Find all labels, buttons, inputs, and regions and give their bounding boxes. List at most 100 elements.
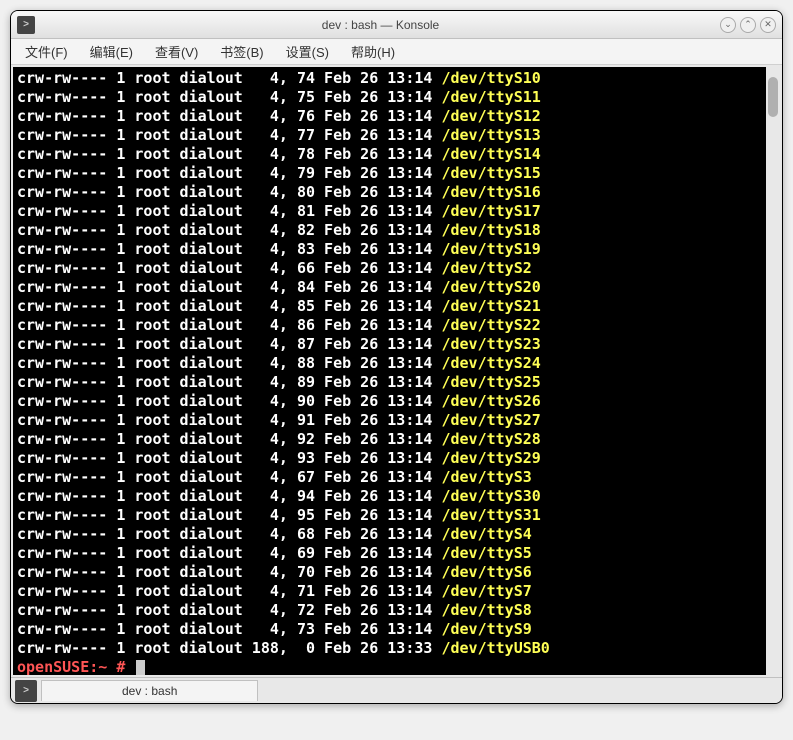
prompt-input[interactable] [125, 658, 134, 675]
terminal-line: crw-rw---- 1 root dialout 4, 81 Feb 26 1… [17, 202, 776, 221]
window-title: dev : bash — Konsole [41, 18, 720, 32]
menu-file[interactable]: 文件(F) [15, 39, 78, 64]
device-path: /dev/ttyS3 [441, 468, 531, 486]
terminal-line: crw-rw---- 1 root dialout 4, 71 Feb 26 1… [17, 582, 776, 601]
file-info: crw-rw---- 1 root dialout 4, 89 Feb 26 1… [17, 373, 441, 391]
titlebar[interactable]: dev : bash — Konsole ⌄ ⌃ ✕ [11, 11, 782, 39]
terminal-container: crw-rw---- 1 root dialout 4, 74 Feb 26 1… [13, 67, 780, 675]
tab-1[interactable]: dev : bash [41, 680, 258, 701]
terminal-line: crw-rw---- 1 root dialout 4, 76 Feb 26 1… [17, 107, 776, 126]
menubar: 文件(F) 编辑(E) 查看(V) 书签(B) 设置(S) 帮助(H) [11, 39, 782, 65]
device-path: /dev/ttyS18 [441, 221, 540, 239]
device-path: /dev/ttyS25 [441, 373, 540, 391]
tabbar: dev : bash [11, 677, 782, 703]
device-path: /dev/ttyS16 [441, 183, 540, 201]
file-info: crw-rw---- 1 root dialout 4, 68 Feb 26 1… [17, 525, 441, 543]
file-info: crw-rw---- 1 root dialout 4, 70 Feb 26 1… [17, 563, 441, 581]
terminal-line: crw-rw---- 1 root dialout 4, 95 Feb 26 1… [17, 506, 776, 525]
maximize-button[interactable]: ⌃ [740, 17, 756, 33]
terminal-line: crw-rw---- 1 root dialout 4, 73 Feb 26 1… [17, 620, 776, 639]
terminal-line: crw-rw---- 1 root dialout 4, 94 Feb 26 1… [17, 487, 776, 506]
file-info: crw-rw---- 1 root dialout 4, 85 Feb 26 1… [17, 297, 441, 315]
terminal-line: crw-rw---- 1 root dialout 4, 79 Feb 26 1… [17, 164, 776, 183]
file-info: crw-rw---- 1 root dialout 4, 72 Feb 26 1… [17, 601, 441, 619]
device-path: /dev/ttyS7 [441, 582, 531, 600]
konsole-window: dev : bash — Konsole ⌄ ⌃ ✕ 文件(F) 编辑(E) 查… [10, 10, 783, 704]
device-path: /dev/ttyS14 [441, 145, 540, 163]
prompt-host: openSUSE:~ # [17, 658, 125, 675]
new-tab-button[interactable] [15, 680, 37, 702]
file-info: crw-rw---- 1 root dialout 4, 67 Feb 26 1… [17, 468, 441, 486]
menu-settings[interactable]: 设置(S) [276, 39, 339, 64]
terminal-line: crw-rw---- 1 root dialout 4, 92 Feb 26 1… [17, 430, 776, 449]
device-path: /dev/ttyS15 [441, 164, 540, 182]
file-info: crw-rw---- 1 root dialout 4, 92 Feb 26 1… [17, 430, 441, 448]
device-path: /dev/ttyUSB0 [441, 639, 549, 657]
terminal-line: crw-rw---- 1 root dialout 4, 88 Feb 26 1… [17, 354, 776, 373]
file-info: crw-rw---- 1 root dialout 4, 77 Feb 26 1… [17, 126, 441, 144]
device-path: /dev/ttyS13 [441, 126, 540, 144]
device-path: /dev/ttyS6 [441, 563, 531, 581]
terminal-line: crw-rw---- 1 root dialout 4, 66 Feb 26 1… [17, 259, 776, 278]
minimize-button[interactable]: ⌄ [720, 17, 736, 33]
menu-bookmarks[interactable]: 书签(B) [210, 39, 273, 64]
file-info: crw-rw---- 1 root dialout 4, 71 Feb 26 1… [17, 582, 441, 600]
device-path: /dev/ttyS4 [441, 525, 531, 543]
menu-view[interactable]: 查看(V) [145, 39, 208, 64]
file-info: crw-rw---- 1 root dialout 4, 73 Feb 26 1… [17, 620, 441, 638]
scrollbar[interactable] [766, 67, 780, 675]
file-info: crw-rw---- 1 root dialout 4, 78 Feb 26 1… [17, 145, 441, 163]
terminal-line: crw-rw---- 1 root dialout 4, 91 Feb 26 1… [17, 411, 776, 430]
file-info: crw-rw---- 1 root dialout 4, 88 Feb 26 1… [17, 354, 441, 372]
app-icon [17, 16, 35, 34]
device-path: /dev/ttyS12 [441, 107, 540, 125]
device-path: /dev/ttyS21 [441, 297, 540, 315]
device-path: /dev/ttyS22 [441, 316, 540, 334]
terminal-line: crw-rw---- 1 root dialout 4, 67 Feb 26 1… [17, 468, 776, 487]
file-info: crw-rw---- 1 root dialout 4, 87 Feb 26 1… [17, 335, 441, 353]
terminal-line: crw-rw---- 1 root dialout 4, 70 Feb 26 1… [17, 563, 776, 582]
device-path: /dev/ttyS9 [441, 620, 531, 638]
terminal-line: crw-rw---- 1 root dialout 4, 85 Feb 26 1… [17, 297, 776, 316]
scrollbar-thumb[interactable] [768, 77, 778, 117]
file-info: crw-rw---- 1 root dialout 4, 82 Feb 26 1… [17, 221, 441, 239]
device-path: /dev/ttyS24 [441, 354, 540, 372]
file-info: crw-rw---- 1 root dialout 4, 66 Feb 26 1… [17, 259, 441, 277]
file-info: crw-rw---- 1 root dialout 4, 86 Feb 26 1… [17, 316, 441, 334]
device-path: /dev/ttyS30 [441, 487, 540, 505]
device-path: /dev/ttyS29 [441, 449, 540, 467]
file-info: crw-rw---- 1 root dialout 4, 84 Feb 26 1… [17, 278, 441, 296]
terminal-line: crw-rw---- 1 root dialout 4, 90 Feb 26 1… [17, 392, 776, 411]
terminal-line: crw-rw---- 1 root dialout 4, 82 Feb 26 1… [17, 221, 776, 240]
device-path: /dev/ttyS31 [441, 506, 540, 524]
file-info: crw-rw---- 1 root dialout 4, 79 Feb 26 1… [17, 164, 441, 182]
terminal-line: crw-rw---- 1 root dialout 4, 74 Feb 26 1… [17, 69, 776, 88]
terminal[interactable]: crw-rw---- 1 root dialout 4, 74 Feb 26 1… [13, 67, 780, 675]
device-path: /dev/ttyS27 [441, 411, 540, 429]
menu-help[interactable]: 帮助(H) [341, 39, 405, 64]
file-info: crw-rw---- 1 root dialout 188, 0 Feb 26 … [17, 639, 441, 657]
prompt-line: openSUSE:~ # [17, 658, 776, 675]
device-path: /dev/ttyS8 [441, 601, 531, 619]
device-path: /dev/ttyS20 [441, 278, 540, 296]
terminal-line: crw-rw---- 1 root dialout 4, 80 Feb 26 1… [17, 183, 776, 202]
terminal-line: crw-rw---- 1 root dialout 4, 77 Feb 26 1… [17, 126, 776, 145]
file-info: crw-rw---- 1 root dialout 4, 74 Feb 26 1… [17, 69, 441, 87]
terminal-line: crw-rw---- 1 root dialout 4, 87 Feb 26 1… [17, 335, 776, 354]
terminal-line: crw-rw---- 1 root dialout 4, 93 Feb 26 1… [17, 449, 776, 468]
close-button[interactable]: ✕ [760, 17, 776, 33]
device-path: /dev/ttyS5 [441, 544, 531, 562]
menu-edit[interactable]: 编辑(E) [80, 39, 143, 64]
terminal-line: crw-rw---- 1 root dialout 4, 86 Feb 26 1… [17, 316, 776, 335]
device-path: /dev/ttyS26 [441, 392, 540, 410]
device-path: /dev/ttyS17 [441, 202, 540, 220]
cursor-icon [136, 660, 145, 675]
window-controls: ⌄ ⌃ ✕ [720, 17, 776, 33]
terminal-line: crw-rw---- 1 root dialout 4, 72 Feb 26 1… [17, 601, 776, 620]
device-path: /dev/ttyS2 [441, 259, 531, 277]
file-info: crw-rw---- 1 root dialout 4, 75 Feb 26 1… [17, 88, 441, 106]
device-path: /dev/ttyS23 [441, 335, 540, 353]
terminal-line: crw-rw---- 1 root dialout 4, 75 Feb 26 1… [17, 88, 776, 107]
file-info: crw-rw---- 1 root dialout 4, 91 Feb 26 1… [17, 411, 441, 429]
terminal-line: crw-rw---- 1 root dialout 4, 89 Feb 26 1… [17, 373, 776, 392]
